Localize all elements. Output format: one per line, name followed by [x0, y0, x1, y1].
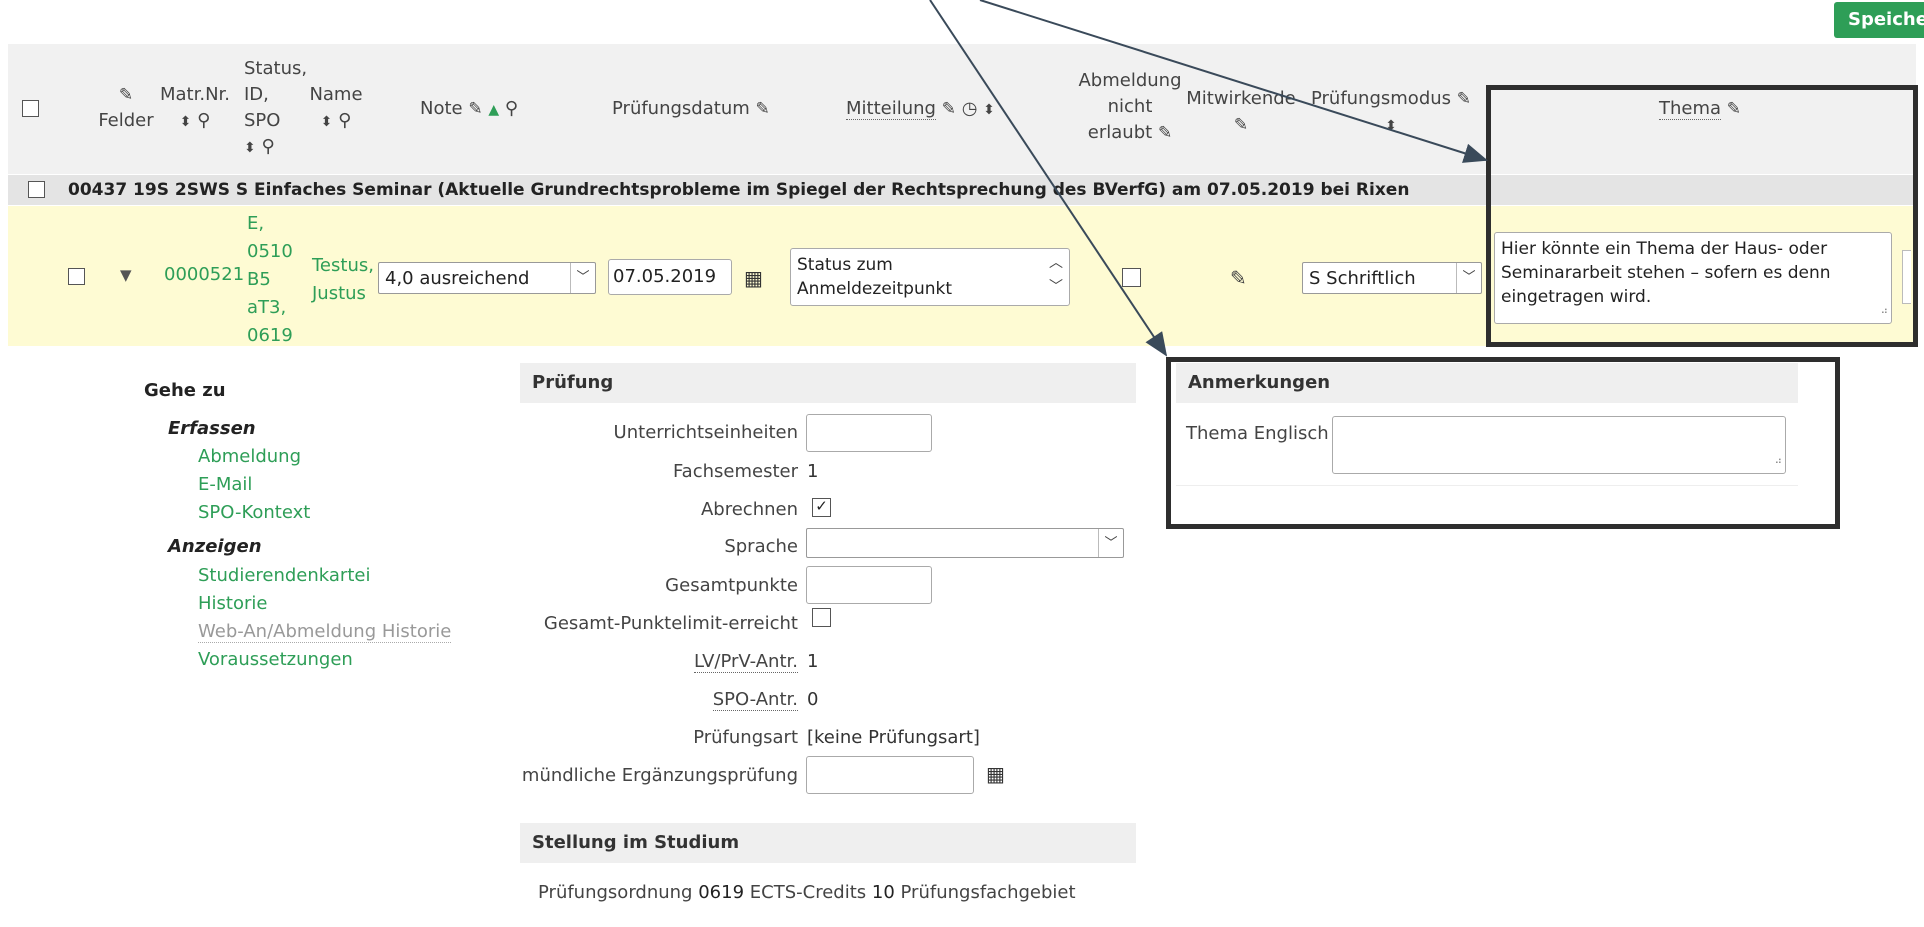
arrow-to-thema	[979, 0, 1488, 163]
arrow-to-anmerkungen	[929, 0, 1168, 357]
annotation-arrows	[929, 0, 1488, 357]
